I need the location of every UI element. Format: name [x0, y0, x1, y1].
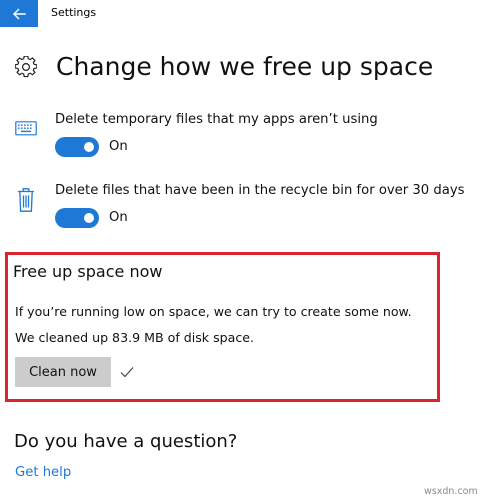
cleanup-status-text: We cleaned up 83.9 MB of disk space.: [15, 330, 255, 345]
page-title: Change how we free up space: [56, 52, 434, 81]
get-help-link[interactable]: Get help: [15, 464, 71, 482]
window-title: Settings: [51, 6, 97, 19]
free-up-description: If you’re running low on space, we can t…: [15, 304, 412, 319]
free-up-space-title: Free up space now: [13, 262, 163, 281]
clean-now-button[interactable]: Clean now: [15, 357, 111, 387]
back-arrow-icon: [13, 8, 26, 19]
recycle-bin-label: Delete files that have been in the recyc…: [55, 183, 465, 198]
temp-files-toggle[interactable]: [55, 137, 99, 157]
recycle-bin-toggle[interactable]: [55, 208, 99, 228]
settings-window: Settings Change how we free up space Del…: [0, 0, 485, 500]
title-bar: Settings: [0, 0, 485, 27]
back-button[interactable]: [0, 0, 38, 27]
toggle-knob: [84, 142, 94, 152]
gear-icon: [15, 56, 37, 78]
recycle-bin-toggle-state: On: [109, 210, 128, 225]
trash-icon: [18, 188, 34, 212]
checkmark-icon: [120, 367, 134, 378]
keyboard-icon: [15, 121, 37, 136]
temp-files-label: Delete temporary files that my apps aren…: [55, 112, 378, 127]
question-heading: Do you have a question?: [14, 431, 238, 452]
watermark: wsxdn.com: [424, 486, 478, 497]
toggle-knob: [84, 213, 94, 223]
temp-files-toggle-state: On: [109, 139, 128, 154]
